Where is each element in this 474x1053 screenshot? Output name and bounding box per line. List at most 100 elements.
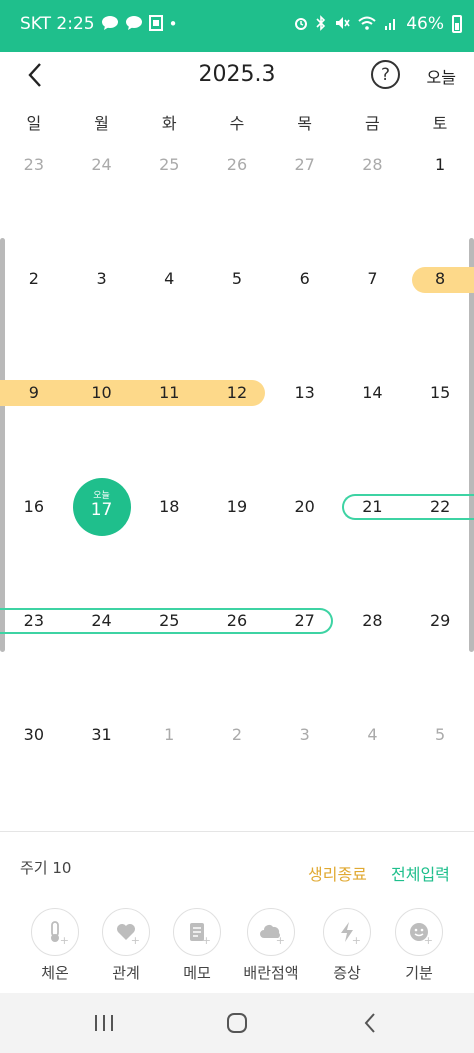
calendar-day[interactable]: 7 — [339, 259, 407, 299]
quick-action-label: 배란점액 — [243, 964, 299, 982]
today-day-cell[interactable]: 오늘 17 — [72, 478, 131, 536]
recent-apps-icon — [95, 1015, 113, 1031]
calendar-day[interactable]: 19 — [203, 487, 271, 527]
thermometer-icon: + — [31, 908, 79, 956]
calendar-day[interactable]: 8 — [406, 259, 474, 299]
calendar-day[interactable]: 30 — [0, 715, 68, 755]
calendar-day[interactable]: 4 — [135, 259, 203, 299]
mood-face-icon: + — [395, 908, 443, 956]
calendar-day[interactable]: 1 — [406, 145, 474, 185]
calendar-day[interactable]: 22 — [406, 487, 474, 527]
status-right: 46% — [294, 14, 462, 34]
calendar-day[interactable]: 29 — [406, 601, 474, 641]
weekday-wed: 수 — [229, 114, 245, 133]
talk-bubble-icon — [125, 15, 143, 33]
calendar-day[interactable]: 10 — [68, 373, 136, 413]
end-period-button[interactable]: 생리종료 — [308, 861, 367, 885]
quick-action-mood[interactable]: + 기분 — [384, 908, 454, 983]
calendar-day[interactable]: 14 — [339, 373, 407, 413]
calendar-day[interactable]: 15 — [406, 373, 474, 413]
heart-icon: + — [102, 908, 150, 956]
calendar-day[interactable]: 1 — [135, 715, 203, 755]
weekday-sun: 일 — [26, 114, 42, 133]
calendar-day[interactable]: 2 — [0, 259, 68, 299]
calendar-day[interactable]: 4 — [339, 715, 407, 755]
mute-icon — [334, 15, 350, 34]
dot-icon: • — [168, 14, 178, 33]
mucus-icon: + — [247, 908, 295, 956]
weekday-row: 일 월 화 수 목 금 토 — [0, 110, 474, 136]
weekday-mon: 월 — [94, 114, 109, 133]
signal-icon — [384, 16, 398, 33]
calendar-day[interactable]: 20 — [271, 487, 339, 527]
weekday-thu: 목 — [297, 114, 312, 133]
quick-action-label: 체온 — [41, 964, 69, 982]
calendar-day[interactable]: 2 — [203, 715, 271, 755]
sim-icon — [148, 14, 163, 34]
header: 2025.3 ? 오늘 — [0, 52, 474, 100]
calendar-day[interactable]: 6 — [271, 259, 339, 299]
calendar-day[interactable]: 3 — [68, 259, 136, 299]
calendar-grid: 23 24 25 26 27 28 1 2 3 4 5 6 7 8 9 10 11 12 13 14 15 16 18 19 2… — [0, 140, 474, 830]
quick-action-mucus[interactable]: + 배란점액 — [236, 908, 306, 983]
system-back-button[interactable] — [350, 1008, 390, 1038]
calendar-day[interactable]: 13 — [271, 373, 339, 413]
full-input-button[interactable]: 전체입력 — [391, 861, 450, 885]
calendar-day[interactable]: 11 — [135, 373, 203, 413]
back-icon — [364, 1013, 375, 1033]
month-title[interactable]: 2025.3 — [0, 62, 474, 87]
quick-action-temperature[interactable]: + 체온 — [20, 908, 90, 983]
status-bar: SKT 2:25 • 46% — [0, 0, 474, 52]
calendar-day[interactable]: 27 — [271, 145, 339, 185]
memo-icon: + — [173, 908, 221, 956]
quick-action-symptom[interactable]: + 증상 — [312, 908, 382, 983]
calendar-day[interactable]: 24 — [68, 145, 136, 185]
battery-icon — [452, 15, 462, 33]
today-button[interactable]: 오늘 — [427, 64, 456, 88]
calendar-day[interactable]: 21 — [339, 487, 407, 527]
system-nav-bar — [0, 993, 474, 1053]
cycle-label: 주기 10 — [20, 859, 72, 877]
wifi-icon — [358, 16, 376, 33]
calendar-day[interactable]: 25 — [135, 145, 203, 185]
weekday-sat: 토 — [432, 114, 448, 133]
calendar-day[interactable]: 28 — [339, 145, 407, 185]
calendar-day[interactable]: 23 — [0, 145, 68, 185]
carrier-time: SKT 2:25 — [20, 14, 95, 34]
recent-apps-button[interactable] — [84, 1008, 124, 1038]
lightning-icon: + — [323, 908, 371, 956]
bluetooth-icon — [316, 14, 326, 34]
calendar-day[interactable]: 25 — [135, 601, 203, 641]
alarm-icon — [294, 16, 308, 33]
calendar-day[interactable]: 9 — [0, 373, 68, 413]
home-button[interactable] — [217, 1008, 257, 1038]
weekday-tue: 화 — [161, 114, 177, 133]
calendar-day[interactable]: 26 — [203, 601, 271, 641]
calendar-day[interactable]: 18 — [135, 487, 203, 527]
weekday-fri: 금 — [364, 114, 380, 133]
quick-action-memo[interactable]: + 메모 — [162, 908, 232, 983]
calendar-day[interactable]: 12 — [203, 373, 271, 413]
calendar-day[interactable]: 24 — [68, 601, 136, 641]
calendar-day[interactable]: 3 — [271, 715, 339, 755]
home-icon — [227, 1013, 247, 1033]
calendar-day[interactable]: 31 — [68, 715, 136, 755]
help-button[interactable]: ? — [371, 60, 400, 89]
talk-bubble-icon — [101, 15, 119, 33]
divider — [0, 831, 474, 832]
calendar-day[interactable]: 5 — [406, 715, 474, 755]
calendar-day[interactable]: 26 — [203, 145, 271, 185]
quick-action-label: 기분 — [405, 964, 433, 982]
quick-action-relation[interactable]: + 관계 — [91, 908, 161, 983]
calendar-day[interactable]: 16 — [0, 487, 68, 527]
status-left: SKT 2:25 • — [20, 14, 177, 34]
quick-action-label: 증상 — [333, 964, 361, 982]
calendar-day[interactable]: 28 — [339, 601, 407, 641]
today-day-number: 17 — [90, 500, 113, 520]
calendar-day[interactable]: 23 — [0, 601, 68, 641]
battery-percent: 46% — [406, 14, 444, 34]
calendar-day[interactable]: 5 — [203, 259, 271, 299]
calendar-day[interactable]: 27 — [271, 601, 339, 641]
question-icon: ? — [380, 64, 391, 85]
quick-action-label: 관계 — [112, 964, 140, 982]
